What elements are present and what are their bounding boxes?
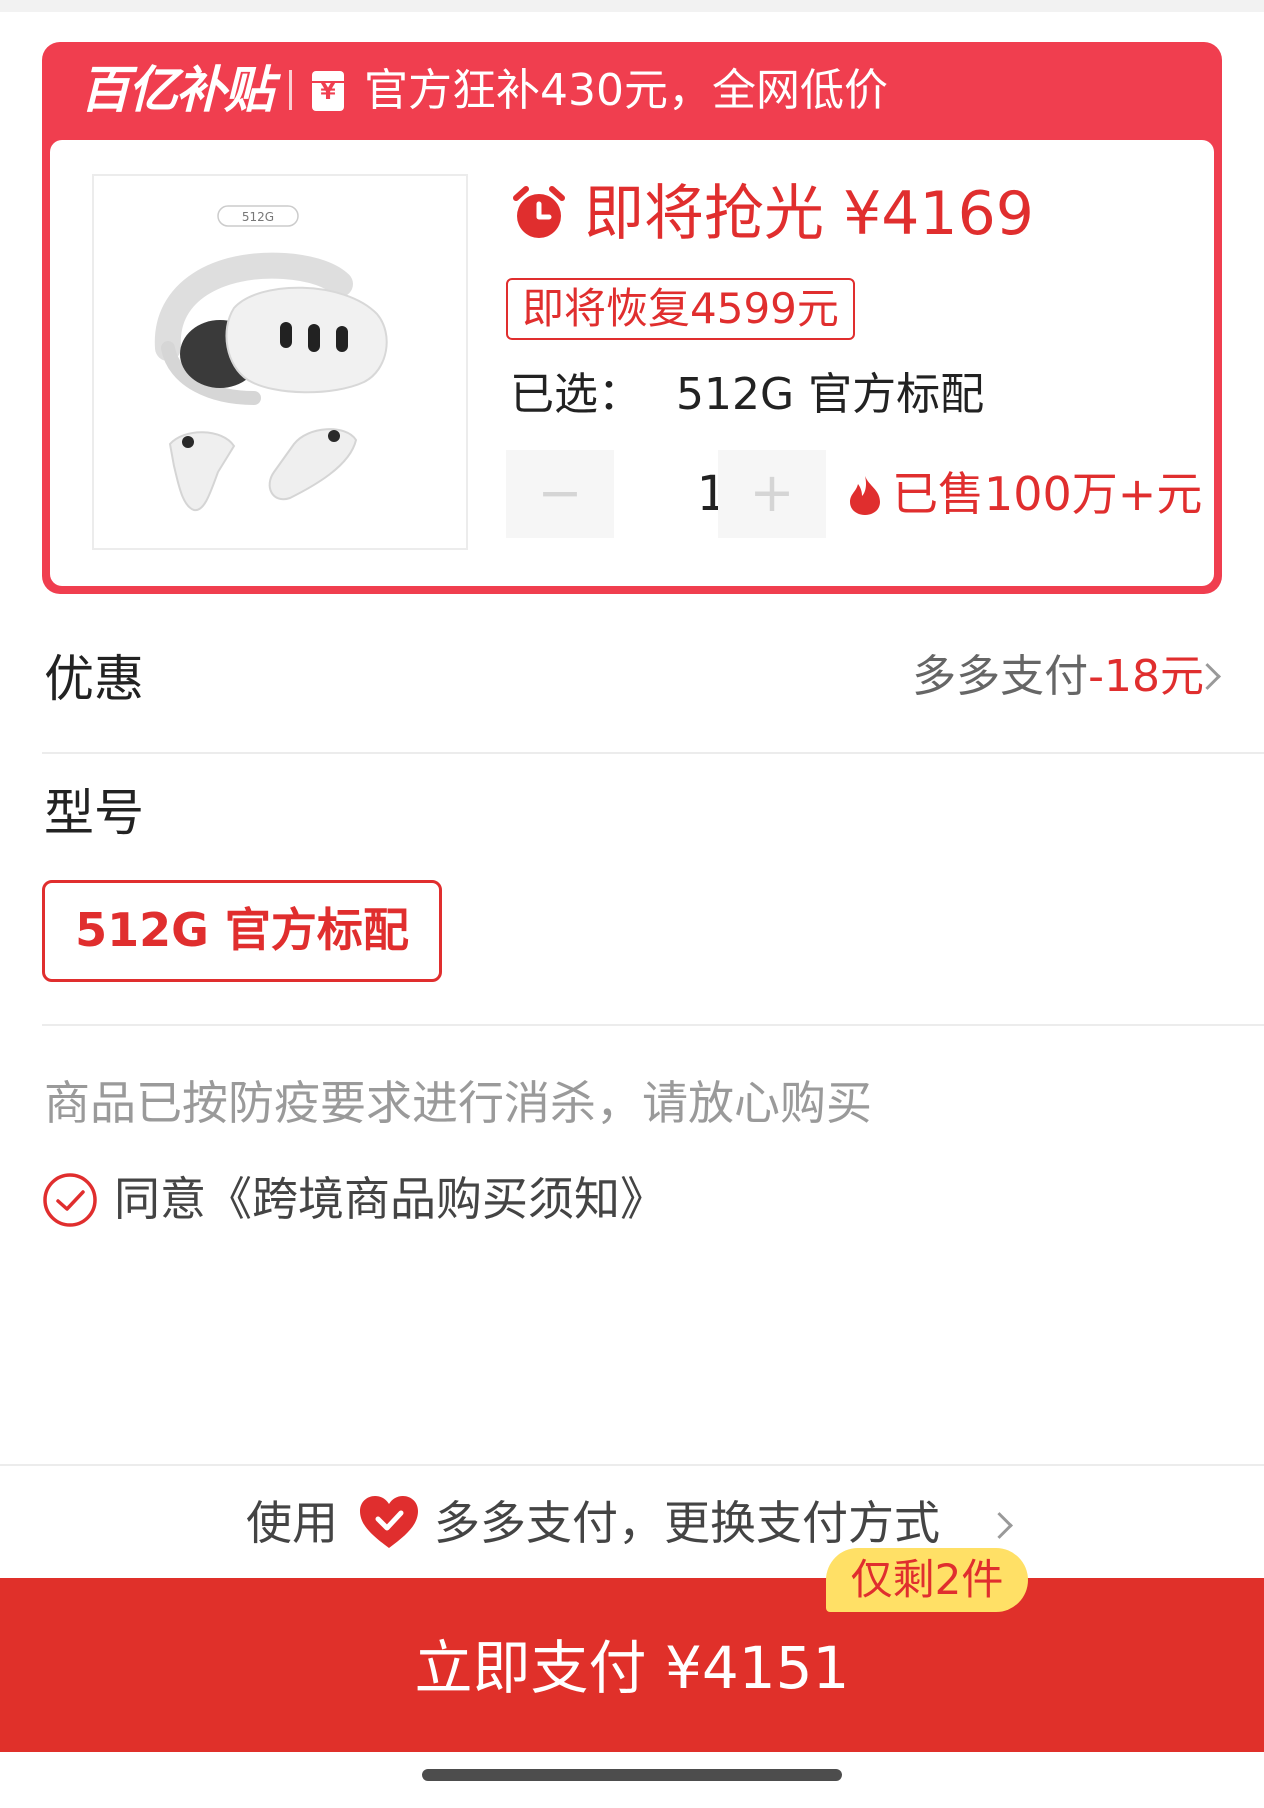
brand-logo: 百亿补贴 [80, 61, 274, 119]
flash-price-text: 即将抢光 ¥4169 [584, 179, 1034, 249]
subsidy-card: 百亿补贴 ¥ 官方狂补430元，全网低价 512G 即将抢光 ¥4169 即将恢… [42, 42, 1222, 594]
flame-icon [850, 476, 880, 515]
brand-divider [289, 70, 292, 110]
payment-prefix: 使用 [246, 1496, 338, 1550]
selected-value: 512G 官方标配 [676, 369, 985, 420]
capacity-label: 512G [242, 210, 274, 224]
discount-amount: -18元 [1088, 651, 1204, 702]
subsidy-text: 官方狂补430元，全网低价 [364, 65, 888, 116]
restore-price-badge: 即将恢复4599元 [506, 278, 855, 340]
pay-now-button[interactable]: 立即支付 ¥4151 [0, 1578, 1264, 1752]
divider [42, 1024, 1264, 1026]
stock-remaining-badge: 仅剩2件 [826, 1548, 1028, 1612]
payment-method-selector[interactable]: 使用 多多支付，更换支付方式 [0, 1466, 1264, 1578]
model-label: 型号 [44, 784, 144, 842]
model-option-512g[interactable]: 512G 官方标配 [42, 880, 442, 982]
coupon-icon: ¥ [312, 71, 344, 111]
agreement-text[interactable]: 同意《跨境商品购买须知》 [114, 1166, 666, 1232]
product-image: 512G [92, 174, 468, 550]
home-indicator [422, 1769, 842, 1781]
discount-selector[interactable]: 多多支付-18元 [912, 648, 1204, 706]
disinfection-notice: 商品已按防疫要求进行消杀，请放心购买 [44, 1076, 872, 1130]
divider [42, 752, 1264, 754]
discount-label: 优惠 [44, 650, 144, 708]
alarm-clock-icon [513, 186, 565, 238]
subsidy-banner: 百亿补贴 ¥ 官方狂补430元，全网低价 [42, 42, 1222, 140]
sales-count-text: 已售100万+元 [892, 467, 1203, 521]
check-circle-icon[interactable] [42, 1172, 98, 1228]
duoduo-pay-heart-icon [360, 1496, 418, 1548]
top-strip [0, 0, 1264, 12]
chevron-right-icon [986, 1512, 1013, 1539]
selected-label: 已选： [510, 369, 642, 420]
payment-method-text: 多多支付，更换支付方式 [434, 1496, 940, 1550]
quantity-increase-button[interactable]: + [718, 450, 826, 538]
selected-spec: 已选： 512G 官方标配 [510, 366, 984, 424]
vr-headset-image: 512G [154, 205, 388, 512]
product-summary: 512G 即将抢光 ¥4169 即将恢复4599元 已选： 512G 官方标配 … [50, 140, 1214, 586]
discount-method: 多多支付 [912, 651, 1089, 702]
quantity-decrease-button[interactable]: − [506, 450, 614, 538]
